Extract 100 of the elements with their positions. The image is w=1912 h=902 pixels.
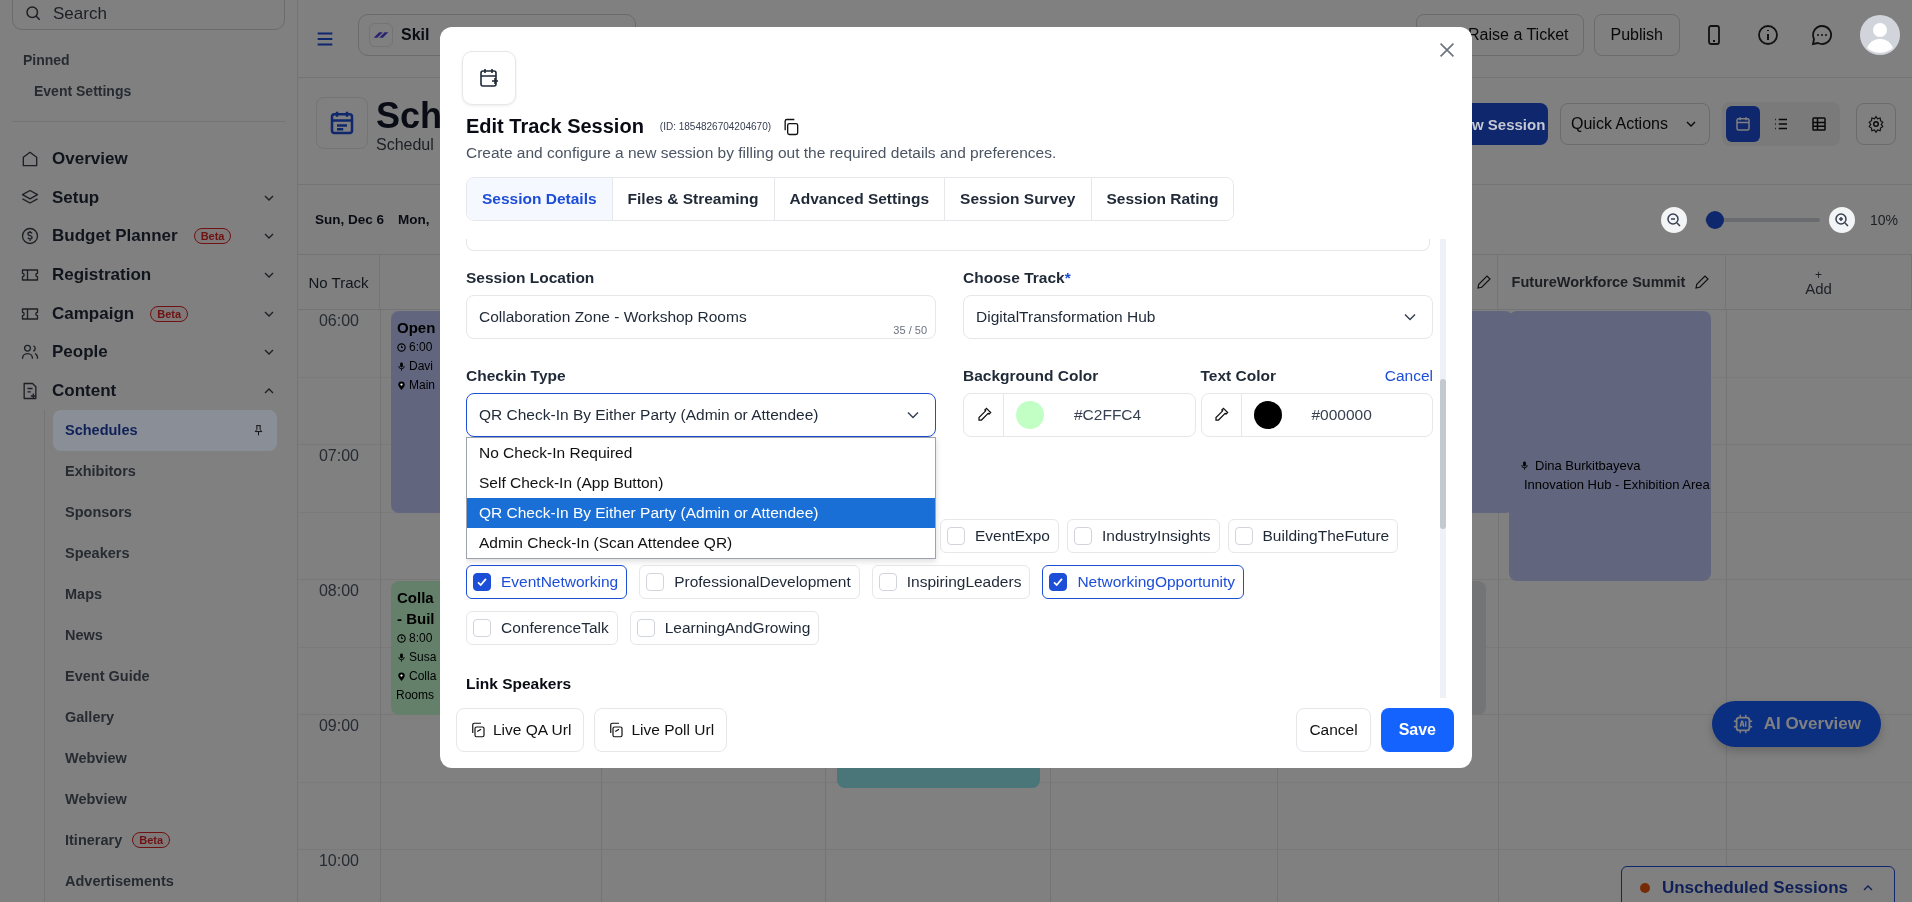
tag-option[interactable]: BuildingTheFuture: [1227, 519, 1399, 553]
checkbox[interactable]: [1049, 573, 1068, 591]
track-select[interactable]: DigitalTransformation Hub: [963, 295, 1433, 339]
nav-item[interactable]: Budget Planner: [52, 226, 178, 247]
cancel-button[interactable]: Cancel: [1296, 708, 1371, 752]
avatar-icon[interactable]: [1860, 14, 1900, 55]
nav-subitem[interactable]: Speakers: [53, 533, 277, 574]
color-field[interactable]: #000000: [1200, 393, 1433, 437]
save-button[interactable]: Save: [1380, 708, 1454, 752]
nav-subitem[interactable]: Advertisements: [53, 861, 277, 902]
calendar-plus-icon: [462, 51, 516, 105]
subitem-label: Speakers: [65, 545, 130, 562]
clock-icon: [396, 633, 407, 644]
color-swatch[interactable]: [1016, 401, 1044, 429]
subitem-label: Sponsors: [65, 504, 132, 521]
nav-subitem[interactable]: Maps: [53, 574, 277, 615]
dialog-title: Edit Track Session: [466, 115, 644, 138]
time-label: 09:00: [317, 716, 360, 735]
copy-link-button[interactable]: Live Poll Url: [594, 708, 728, 752]
date-tab[interactable]: Sun, Dec 6: [315, 212, 385, 227]
publish-button[interactable]: Publish: [1593, 13, 1680, 56]
dropdown-option[interactable]: Admin Check-In (Scan Attendee QR): [467, 528, 935, 558]
table-icon: [1810, 115, 1828, 133]
time-label: 06:00: [317, 311, 360, 330]
logo-icon: [369, 22, 393, 47]
quick-actions-button[interactable]: Quick Actions: [1560, 103, 1710, 145]
tab[interactable]: Session Details: [467, 178, 613, 220]
nav-subitem[interactable]: Webview: [53, 779, 277, 820]
dropdown-option[interactable]: Self Check-In (App Button): [467, 468, 935, 498]
add-track-button[interactable]: + Add: [1799, 267, 1838, 297]
settings-button[interactable]: [1856, 103, 1896, 145]
new-session-button[interactable]: w Session: [1470, 103, 1548, 145]
settings-icon: [1867, 115, 1885, 133]
copy-icon: [607, 721, 626, 739]
nav-subitem[interactable]: Webview: [53, 738, 277, 779]
microphone-icon: [396, 361, 407, 372]
nav-item[interactable]: Campaign: [52, 303, 135, 324]
subitem-label: Event Guide: [65, 668, 150, 685]
beta-badge: Beta: [132, 832, 171, 849]
pin-icon[interactable]: [252, 424, 265, 437]
location-field[interactable]: Collaboration Zone - Workshop Rooms 35 / 50: [466, 295, 936, 339]
nav-subitem[interactable]: Itinerary Beta: [53, 820, 277, 861]
date-tab[interactable]: Mon,: [398, 212, 430, 227]
session-location: Main: [409, 377, 435, 394]
tag-option[interactable]: LearningAndGrowing: [629, 611, 820, 645]
calendar-icon: [1734, 115, 1752, 133]
tag-option[interactable]: ProfessionalDevelopment: [639, 565, 860, 599]
page-title: Sch: [376, 96, 443, 136]
unscheduled-sessions-button[interactable]: Unscheduled Sessions: [1620, 866, 1895, 902]
session-time: 6:00: [409, 339, 433, 356]
color-swatch[interactable]: [1253, 401, 1282, 429]
field-label: Background Color: [963, 367, 1100, 385]
tag-option[interactable]: NetworkingOpportunity: [1042, 565, 1245, 599]
dropdown-option[interactable]: QR Check-In By Either Party (Admin or Attendee): [467, 498, 935, 528]
copy-link-button[interactable]: Live QA Url: [456, 708, 585, 752]
nav-subitem[interactable]: Exhibitors: [53, 451, 277, 492]
zoom-in-icon[interactable]: [1827, 205, 1856, 234]
copy-icon: [469, 721, 487, 739]
description-field[interactable]: [466, 239, 1430, 251]
tag-option[interactable]: IndustryInsights: [1066, 519, 1220, 553]
nav-item[interactable]: Setup: [52, 187, 100, 208]
page-subtitle: Schedul: [376, 136, 435, 154]
session-location: Rooms: [396, 687, 434, 704]
nav-subitem[interactable]: News: [53, 615, 277, 656]
field-label: Choose Track*: [963, 269, 1072, 287]
section-label: Link Speakers: [466, 675, 573, 693]
subitem-label: Schedules: [65, 422, 138, 439]
search-field[interactable]: Search: [12, 0, 285, 30]
column-header: No Track: [308, 273, 369, 291]
cancel-link[interactable]: Cancel: [1384, 367, 1433, 385]
tag-option[interactable]: InspiringLeaders: [871, 565, 1031, 599]
session-card[interactable]: Dina Burkitbayeva Innovation Hub - Exhibition Area: [1509, 311, 1711, 581]
pencil-icon[interactable]: [1475, 273, 1493, 291]
tag-option[interactable]: EventNetworking: [466, 565, 628, 599]
nav-item[interactable]: People: [52, 342, 108, 363]
tag-option[interactable]: ConferenceTalk: [466, 611, 618, 645]
nav-item[interactable]: Overview: [52, 149, 128, 170]
time-label: 08:00: [317, 581, 360, 600]
checkin-type-select[interactable]: QR Check-In By Either Party (Admin or Attendee): [466, 393, 936, 437]
info-icon[interactable]: [1756, 22, 1780, 47]
nav-subitem[interactable]: Event Guide: [53, 656, 277, 697]
pinned-link[interactable]: Event Settings: [34, 83, 132, 99]
nav-item[interactable]: Content: [52, 380, 117, 401]
nav-subitem[interactable]: Schedules: [53, 410, 277, 451]
color-field[interactable]: #C2FFC4: [963, 393, 1196, 437]
search-icon: [24, 4, 42, 22]
nav-subitem[interactable]: Sponsors: [53, 492, 277, 533]
tag-option[interactable]: EventExpo: [940, 519, 1059, 553]
calendar-view-button[interactable]: [1726, 106, 1760, 142]
nav-item[interactable]: Registration: [52, 264, 152, 285]
checkbox[interactable]: [473, 573, 491, 591]
location-pin-icon: [396, 671, 407, 682]
beta-badge: Beta: [193, 228, 232, 245]
section-heading: Pinned: [23, 52, 71, 68]
time-label: 07:00: [317, 446, 360, 465]
zoom-out-icon[interactable]: [1659, 205, 1688, 234]
chat-icon[interactable]: [1810, 22, 1834, 47]
nav-subitem[interactable]: Gallery: [53, 697, 277, 738]
dropdown-option[interactable]: No Check-In Required: [467, 438, 935, 468]
ai-overview-button[interactable]: AI Overview: [1711, 701, 1881, 747]
